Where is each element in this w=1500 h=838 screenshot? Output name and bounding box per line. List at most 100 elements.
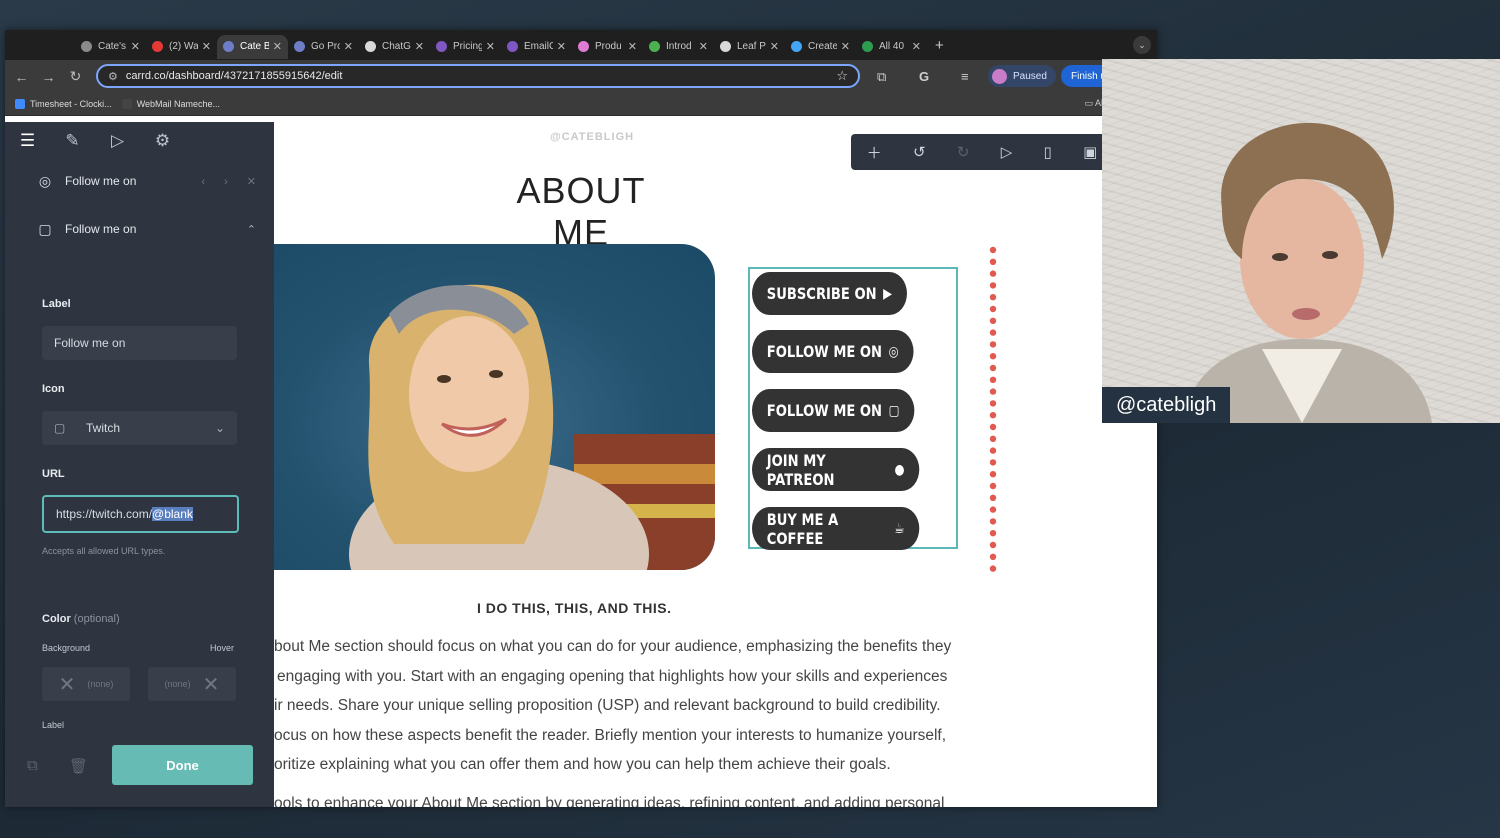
page-title: ABOUT ME [516, 170, 646, 253]
twitch-icon: ▢ [38, 220, 52, 237]
twitch-icon: ▢ [54, 421, 66, 435]
mobile-preview-icon[interactable]: ▯ [1044, 143, 1052, 161]
style-pen-icon[interactable]: ✎ [50, 131, 95, 151]
tab-close-icon[interactable]: ✕ [770, 40, 779, 53]
browser-tab[interactable]: Cate's ✕ [75, 35, 146, 59]
chevron-down-icon: ⌄ [214, 421, 225, 435]
label-color-heading: Label [42, 720, 65, 730]
browser-tab[interactable]: All 40 ✕ [856, 35, 927, 59]
follow-twitch-button[interactable]: FOLLOW ME ON ▢ [752, 389, 915, 432]
chevron-up-icon[interactable]: ⌃ [247, 223, 264, 236]
follow-instagram-button[interactable]: FOLLOW ME ON ◎ [752, 330, 914, 373]
browser-tab[interactable]: Produ ✕ [572, 35, 643, 59]
browser-tab[interactable]: Introd ✕ [643, 35, 714, 59]
tab-close-icon[interactable]: ✕ [486, 40, 495, 53]
coffee-icon: ☕ [894, 520, 905, 537]
bookmark-star-icon[interactable]: ☆ [836, 68, 848, 84]
tab-favicon-icon [720, 41, 731, 52]
tab-favicon-icon [578, 41, 589, 52]
browser-tab[interactable]: Go Pro ✕ [288, 35, 359, 59]
tab-favicon-icon [862, 41, 873, 52]
back-arrow-icon[interactable]: ← [8, 69, 35, 85]
tab-close-icon[interactable]: ✕ [912, 40, 921, 53]
tab-favicon-icon [294, 41, 305, 52]
tab-search-chevron-icon[interactable]: ⌄ [1133, 36, 1151, 54]
divider-dot [989, 482, 997, 490]
tab-close-icon[interactable]: ✕ [344, 40, 353, 53]
address-url[interactable]: carrd.co/dashboard/4372171855915642/edit [126, 70, 836, 82]
browser-tab-active[interactable]: Cate B ✕ [217, 34, 288, 59]
elements-menu-icon[interactable]: ☰ [5, 131, 50, 151]
tab-close-icon[interactable]: ✕ [202, 40, 211, 53]
tab-close-icon[interactable]: ✕ [557, 40, 566, 53]
divider-dot [989, 388, 997, 395]
divider-dot [989, 447, 997, 454]
divider-dot [989, 364, 997, 372]
divider-dot [989, 412, 997, 419]
background-label: Background [42, 643, 91, 653]
add-element-icon[interactable]: ＋ [867, 142, 882, 163]
icon-select[interactable]: ▢ Twitch ⌄ [42, 411, 237, 445]
extensions-icon[interactable]: ⧉ [877, 69, 886, 85]
no-color-x-icon: ✕ [58, 673, 76, 696]
subscribe-youtube-button[interactable]: SUBSCRIBE ON ▶ [752, 272, 907, 315]
element-row-twitch[interactable]: ▢ Follow me on ⌃ [25, 207, 270, 251]
browser-tab[interactable]: Leaf P ✕ [714, 35, 785, 59]
bookmark-item[interactable]: WebMail Nameche... [121, 99, 220, 109]
join-patreon-button[interactable]: JOIN MY PATREON ● [752, 448, 920, 491]
tab-close-icon[interactable]: ✕ [841, 40, 850, 53]
hover-color-picker[interactable]: (none) ✕ [148, 667, 236, 701]
divider-dot [989, 376, 997, 383]
divider-dot [989, 435, 997, 442]
trash-icon[interactable]: 🗑 [69, 757, 88, 775]
tab-close-icon[interactable]: ✕ [273, 40, 282, 53]
label-input[interactable]: Follow me on [42, 326, 237, 360]
tab-close-icon[interactable]: ✕ [628, 40, 637, 53]
tab-close-icon[interactable]: ✕ [699, 40, 708, 53]
preview-play-icon[interactable]: ▷ [95, 131, 140, 151]
profile-photo[interactable] [274, 244, 715, 570]
tab-favicon-icon [81, 41, 92, 52]
save-icon[interactable]: ▣ [1083, 143, 1097, 161]
reload-icon[interactable]: ↻ [62, 68, 89, 85]
divider-dot [989, 246, 997, 254]
forward-arrow-icon[interactable]: → [35, 69, 62, 85]
url-input[interactable]: https://twitch.com/@blank [42, 495, 239, 533]
site-settings-icon[interactable]: ⚙ [108, 70, 118, 83]
google-icon[interactable]: G [919, 69, 929, 84]
undo-icon[interactable]: ↺ [913, 143, 926, 161]
patreon-icon: ● [894, 461, 905, 478]
divider-dot [989, 270, 997, 277]
address-bar[interactable]: ⚙ carrd.co/dashboard/4372171855915642/ed… [96, 64, 860, 88]
settings-gear-icon[interactable]: ⚙ [140, 131, 185, 151]
instagram-icon: ◎ [38, 172, 52, 189]
browser-tab[interactable]: (2) Wa ✕ [146, 35, 217, 59]
url-hint: Accepts all allowed URL types. [42, 546, 166, 556]
divider-dot [989, 400, 997, 407]
site-preview: @CATEBLIGH ABOUT ME SUBSCRIBE ON ▶ FOLLO… [274, 122, 1157, 807]
tab-close-icon[interactable]: ✕ [415, 40, 424, 53]
browser-tab[interactable]: EmailC ✕ [501, 35, 572, 59]
background-color-picker[interactable]: ✕ (none) [42, 667, 130, 701]
duplicate-icon[interactable]: ⧉ [27, 757, 38, 774]
preview-play-icon[interactable]: ▷ [1001, 143, 1013, 161]
hover-label: Hover [210, 643, 235, 653]
done-button[interactable]: Done [112, 745, 253, 785]
redo-icon[interactable]: ↻ [957, 143, 970, 161]
element-row-instagram[interactable]: ◎ Follow me on ‹ › ✕ [25, 159, 270, 203]
browser-tab[interactable]: ChatG ✕ [359, 35, 430, 59]
row-controls[interactable]: ‹ › ✕ [201, 175, 264, 188]
bookmark-item[interactable]: Timesheet - Clocki... [15, 99, 112, 109]
browser-tab[interactable]: Create ✕ [785, 35, 856, 59]
tab-favicon-icon [365, 41, 376, 52]
browser-tab[interactable]: Pricing ✕ [430, 35, 501, 59]
instagram-icon: ◎ [888, 343, 899, 360]
buy-coffee-button[interactable]: BUY ME A COFFEE ☕ [752, 507, 920, 550]
icon-heading: Icon [42, 383, 65, 395]
tab-close-icon[interactable]: ✕ [131, 40, 140, 53]
button-group[interactable]: SUBSCRIBE ON ▶ FOLLOW ME ON ◎ FOLLOW ME ON… [748, 267, 958, 550]
profile-paused-button[interactable]: Paused [988, 65, 1056, 87]
new-tab-button[interactable]: + [935, 37, 944, 54]
media-controls-icon[interactable]: ≡ [961, 69, 969, 84]
divider-dot [989, 258, 997, 265]
